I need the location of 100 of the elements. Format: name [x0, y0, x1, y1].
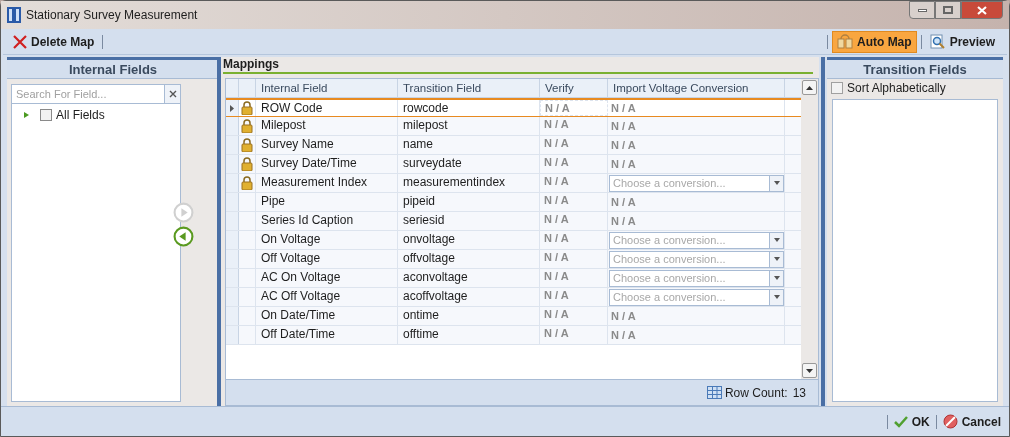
table-row[interactable]: Series Id Caption seriesid N / A N / A	[226, 212, 801, 231]
transition-fields-list[interactable]	[832, 99, 998, 402]
table-cell: name	[398, 136, 540, 154]
caret-icon	[773, 181, 780, 185]
minimize-button[interactable]	[909, 1, 935, 19]
table-row[interactable]: Measurement Index measurementindex N / A Choose a conversion...	[226, 174, 801, 193]
table-cell: N / A	[540, 212, 608, 230]
ok-button[interactable]: OK	[893, 410, 930, 433]
scrollbar[interactable]	[801, 79, 818, 379]
table-cell-text: N / A	[610, 156, 637, 172]
window-title: Stationary Survey Measurement	[26, 7, 198, 24]
table-row[interactable]: Pipe pipeid N / A N / A	[226, 193, 801, 212]
scroll-down-icon	[806, 368, 813, 373]
table-cell-text: N / A	[610, 137, 637, 153]
table-cell: N / A	[540, 117, 608, 135]
table-cell: offvoltage	[398, 250, 540, 268]
table-cell: AC Off Voltage	[256, 288, 398, 306]
table-cell: N / A	[540, 326, 608, 344]
table-cell: On Voltage	[256, 231, 398, 249]
scroll-up-icon	[806, 85, 813, 90]
table-cell: Survey Name	[256, 136, 398, 154]
table-cell: Off Voltage	[256, 250, 398, 268]
check-icon	[893, 415, 908, 428]
table-cell-text: N / A	[610, 327, 637, 343]
clear-search-button[interactable]	[165, 84, 181, 104]
table-cell: N / A	[540, 136, 608, 154]
table-row[interactable]: AC Off Voltage acoffvoltage N / A Choose a conversion...	[226, 288, 801, 307]
auto-map-button[interactable]: Auto Map	[831, 30, 917, 53]
lock-icon	[241, 138, 253, 152]
table-cell: N / A	[540, 288, 608, 306]
app-icon	[7, 7, 21, 23]
table-row[interactable]: Survey Date/Time surveydate N / A N / A	[226, 155, 801, 174]
prohibited-icon	[942, 414, 958, 429]
table-row[interactable]: On Voltage onvoltage N / A Choose a conversion...	[226, 231, 801, 250]
table-cell-text: N / A	[610, 100, 637, 116]
table-cell-text: N / A	[610, 308, 637, 324]
table-cell: N / A	[540, 193, 608, 211]
tree-item[interactable]: All Fields	[56, 106, 105, 124]
expand-icon[interactable]	[22, 111, 30, 119]
maximize-button[interactable]	[935, 1, 961, 19]
row-count-value: 13	[792, 384, 806, 402]
lock-icon	[241, 101, 253, 115]
table-cell: surveydate	[398, 155, 540, 173]
search-field[interactable]: Search For Field...	[11, 84, 165, 104]
current-row-icon	[230, 104, 234, 112]
table-cell-text: N / A	[610, 213, 637, 229]
tree-checkbox[interactable]	[40, 109, 52, 121]
column-header[interactable]: Transition Field	[398, 79, 540, 97]
table-cell: ontime	[398, 307, 540, 325]
table-row[interactable]: Off Date/Time offtime N / A N / A	[226, 326, 801, 345]
table-row[interactable]: Off Voltage offvoltage N / A Choose a conversion...	[226, 250, 801, 269]
move-left-button[interactable]	[173, 226, 194, 247]
delete-map-button[interactable]: Delete Map	[11, 30, 97, 53]
table-cell: offtime	[398, 326, 540, 344]
table-cell: N / A	[540, 250, 608, 268]
table-cell: Series Id Caption	[256, 212, 398, 230]
lock-icon	[241, 176, 253, 190]
table-cell: N / A	[540, 231, 608, 249]
column-header[interactable]: Import Voltage Conversion	[608, 79, 785, 97]
panel-header: Internal Fields	[7, 60, 219, 79]
lock-icon	[241, 119, 253, 133]
table-cell: N / A	[540, 269, 608, 287]
magnifier-icon	[929, 33, 946, 50]
grid-icon	[706, 386, 722, 399]
table-row[interactable]: ROW Code rowcode N / A N / A	[226, 98, 801, 117]
columns-icon	[836, 34, 853, 49]
table-cell: On Date/Time	[256, 307, 398, 325]
cancel-button[interactable]: Cancel	[942, 410, 1001, 433]
table-cell: Milepost	[256, 117, 398, 135]
table-row[interactable]: Survey Name name N / A N / A	[226, 136, 801, 155]
table-cell: N / A	[540, 174, 608, 192]
caret-icon	[773, 276, 780, 280]
table-cell: AC On Voltage	[256, 269, 398, 287]
table-cell: measurementindex	[398, 174, 540, 192]
table-cell: N / A	[540, 307, 608, 325]
close-button[interactable]	[961, 1, 1003, 19]
table-cell: pipeid	[398, 193, 540, 211]
column-header[interactable]: Verify	[540, 79, 608, 97]
table-cell: N / A	[540, 100, 608, 116]
caret-icon	[773, 257, 780, 261]
table-row[interactable]: On Date/Time ontime N / A N / A	[226, 307, 801, 326]
table-cell: Survey Date/Time	[256, 155, 398, 173]
table-cell: milepost	[398, 117, 540, 135]
caret-icon	[773, 238, 780, 242]
table-cell: N / A	[540, 155, 608, 173]
table-row[interactable]: AC On Voltage aconvoltage N / A Choose a conversion...	[226, 269, 801, 288]
close-icon	[977, 5, 987, 15]
table-row[interactable]: Milepost milepost N / A N / A	[226, 117, 801, 136]
checkbox-label[interactable]: Sort Alphabetically	[847, 79, 946, 97]
table-cell: acoffvoltage	[398, 288, 540, 306]
table-cell-text: N / A	[610, 118, 637, 134]
section-title: Mappings	[223, 57, 279, 72]
lock-icon	[241, 157, 253, 171]
table-cell: Off Date/Time	[256, 326, 398, 344]
preview-button[interactable]: Preview	[925, 30, 999, 53]
x-icon	[13, 34, 27, 49]
column-header[interactable]: Internal Field	[256, 79, 398, 97]
table-cell: Pipe	[256, 193, 398, 211]
caret-icon	[773, 295, 780, 299]
sort-checkbox[interactable]	[831, 82, 843, 94]
